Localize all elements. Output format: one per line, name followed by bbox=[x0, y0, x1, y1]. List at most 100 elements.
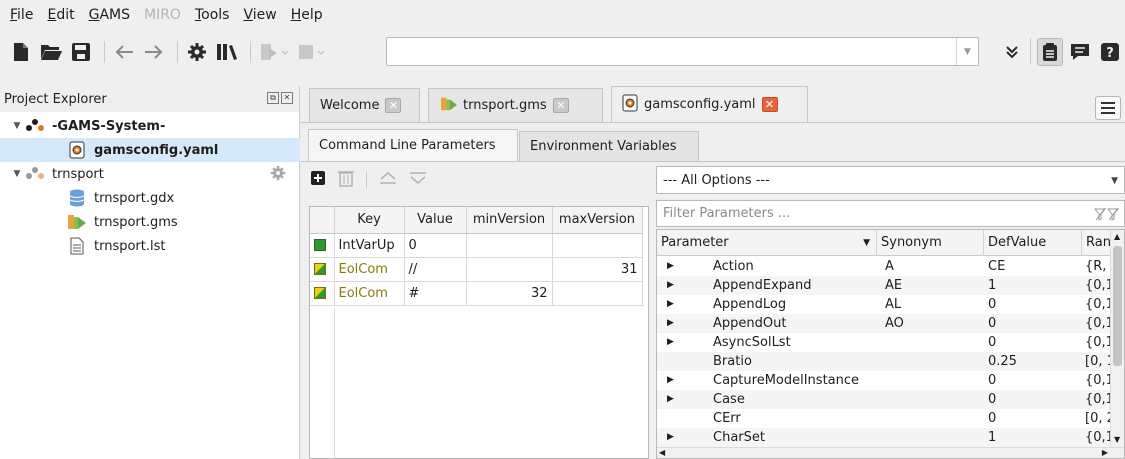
expand-arrow-icon[interactable]: ▶ bbox=[667, 314, 674, 333]
chevron-down-icon[interactable]: ▼ bbox=[956, 38, 978, 65]
option-row[interactable]: ▶ AsyncSolLst 0 {0,1 bbox=[657, 333, 1111, 352]
menu-edit[interactable]: Edit bbox=[43, 7, 84, 23]
option-defvalue-cell[interactable]: 0 bbox=[988, 371, 1080, 390]
scroll-right-icon[interactable]: ▶ bbox=[1102, 448, 1108, 457]
option-range-cell[interactable]: {0,1 bbox=[1085, 314, 1111, 333]
value-cell[interactable]: 0 bbox=[404, 233, 467, 258]
tab-environment-variables[interactable]: Environment Variables bbox=[519, 131, 699, 161]
option-defvalue-cell[interactable]: 0 bbox=[988, 314, 1080, 333]
option-row[interactable]: ▶ CharSet 1 {0,1 bbox=[657, 428, 1111, 447]
expand-arrow-icon[interactable]: ▶ bbox=[667, 257, 674, 276]
column-header-key[interactable]: Key bbox=[334, 207, 405, 234]
option-row[interactable]: ▶ AppendLog AL 0 {0,1 bbox=[657, 295, 1111, 314]
column-header-defvalue[interactable]: DefValue bbox=[984, 230, 1082, 256]
clear-filter-icon[interactable] bbox=[1093, 207, 1120, 224]
tree-item-gamsconfig[interactable]: gamsconfig.yaml bbox=[0, 138, 300, 162]
column-header-range[interactable]: Ran bbox=[1082, 230, 1111, 256]
close-icon[interactable]: ✕ bbox=[281, 92, 293, 104]
table-row[interactable]: EolCom # 32 bbox=[310, 281, 643, 306]
option-row[interactable]: ▶ CaptureModelInstance 0 {0,1 bbox=[657, 371, 1111, 390]
close-icon[interactable]: ✕ bbox=[552, 98, 569, 113]
vertical-scrollbar[interactable]: ▲ ▼ bbox=[1110, 230, 1124, 448]
key-cell[interactable]: IntVarUp bbox=[334, 233, 405, 258]
option-row[interactable]: Bratio 0.25 [0, 1 bbox=[657, 352, 1111, 371]
minversion-cell[interactable]: 32 bbox=[466, 281, 553, 306]
option-defvalue-cell[interactable]: 0 bbox=[988, 409, 1080, 428]
option-parameter-cell[interactable]: AsyncSolLst bbox=[713, 333, 875, 352]
command-line-input[interactable]: ▼ bbox=[386, 37, 979, 66]
option-parameter-cell[interactable]: Action bbox=[713, 257, 875, 276]
option-defvalue-cell[interactable]: 0 bbox=[988, 333, 1080, 352]
float-icon[interactable]: ⧉ bbox=[267, 92, 279, 104]
value-cell[interactable]: # bbox=[404, 281, 467, 306]
option-range-cell[interactable]: {0,1 bbox=[1085, 295, 1111, 314]
double-chevron-down-icon[interactable] bbox=[1000, 40, 1024, 64]
tab-command-line-parameters[interactable]: Command Line Parameters bbox=[308, 129, 518, 161]
option-defvalue-cell[interactable]: 0.25 bbox=[988, 352, 1080, 371]
expand-arrow-icon[interactable]: ▶ bbox=[667, 276, 674, 295]
chevron-down-icon[interactable]: ▼ bbox=[10, 121, 24, 131]
expand-arrow-icon[interactable]: ▶ bbox=[667, 333, 674, 352]
scroll-left-icon[interactable]: ◀ bbox=[659, 448, 665, 457]
option-parameter-cell[interactable]: CaptureModelInstance bbox=[713, 371, 875, 390]
new-file-icon[interactable] bbox=[8, 39, 34, 65]
option-defvalue-cell[interactable]: CE bbox=[988, 257, 1080, 276]
maxversion-cell[interactable] bbox=[552, 281, 643, 306]
menu-view[interactable]: View bbox=[239, 7, 286, 23]
sort-chevron-icon[interactable]: ▼ bbox=[863, 230, 870, 256]
help-icon[interactable]: ? bbox=[1098, 40, 1122, 64]
option-range-cell[interactable]: {0,1 bbox=[1085, 276, 1111, 295]
option-parameter-cell[interactable]: CharSet bbox=[713, 428, 875, 447]
tree-item-trnsport-gdx[interactable]: trnsport.gdx bbox=[0, 186, 300, 210]
option-parameter-cell[interactable]: Bratio bbox=[713, 352, 875, 371]
add-icon[interactable] bbox=[310, 170, 326, 190]
tab-trnsport-gms[interactable]: trnsport.gms ✕ bbox=[428, 88, 603, 122]
key-cell[interactable]: EolCom bbox=[334, 257, 405, 282]
expand-arrow-icon[interactable]: ▶ bbox=[667, 390, 674, 409]
option-parameter-cell[interactable]: AppendOut bbox=[713, 314, 875, 333]
scrollbar-thumb[interactable] bbox=[1113, 246, 1122, 366]
minversion-cell[interactable] bbox=[466, 233, 553, 258]
forward-arrow-icon[interactable] bbox=[141, 39, 167, 65]
menu-file[interactable]: File bbox=[6, 7, 43, 23]
tree-item-trnsport-gms[interactable]: trnsport.gms bbox=[0, 210, 300, 234]
option-synonym-cell[interactable]: AO bbox=[885, 314, 982, 333]
expand-arrow-icon[interactable]: ▶ bbox=[667, 295, 674, 314]
option-range-cell[interactable]: [0, 2 bbox=[1085, 409, 1111, 428]
filter-parameters-input[interactable]: Filter Parameters ... bbox=[656, 200, 1125, 227]
key-cell[interactable]: EolCom bbox=[334, 281, 405, 306]
back-arrow-icon[interactable] bbox=[111, 39, 137, 65]
close-icon[interactable]: ✕ bbox=[761, 97, 778, 112]
tree-item-gams-system[interactable]: ▼ -GAMS-System- bbox=[0, 114, 300, 138]
menu-tools[interactable]: Tools bbox=[191, 7, 240, 23]
option-row[interactable]: ▶ Action A CE {R, C bbox=[657, 257, 1111, 276]
chevron-down-icon[interactable]: ▼ bbox=[10, 169, 24, 179]
chat-icon[interactable] bbox=[1068, 40, 1092, 64]
table-row[interactable]: EolCom // 31 bbox=[310, 257, 643, 282]
option-row[interactable]: ▶ Case 0 {0,1 bbox=[657, 390, 1111, 409]
option-synonym-cell[interactable]: A bbox=[885, 257, 982, 276]
maxversion-cell[interactable] bbox=[552, 233, 643, 258]
library-icon[interactable] bbox=[214, 39, 240, 65]
option-range-cell[interactable]: {0,1 bbox=[1085, 371, 1111, 390]
maxversion-cell[interactable]: 31 bbox=[552, 257, 643, 282]
option-range-cell[interactable]: {0,1 bbox=[1085, 390, 1111, 409]
option-range-cell[interactable]: {0,1 bbox=[1085, 428, 1111, 447]
gear-icon[interactable] bbox=[270, 165, 286, 185]
option-synonym-cell[interactable]: AE bbox=[885, 276, 982, 295]
value-cell[interactable]: // bbox=[404, 257, 467, 282]
option-defvalue-cell[interactable]: 0 bbox=[988, 295, 1080, 314]
option-range-cell[interactable]: {0,1 bbox=[1085, 333, 1111, 352]
minversion-cell[interactable] bbox=[466, 257, 553, 282]
tab-gamsconfig[interactable]: gamsconfig.yaml ✕ bbox=[611, 86, 808, 122]
clipboard-icon[interactable] bbox=[1037, 38, 1063, 66]
option-row[interactable]: ▶ AppendExpand AE 1 {0,1 bbox=[657, 276, 1111, 295]
option-defvalue-cell[interactable]: 1 bbox=[988, 428, 1080, 447]
option-row[interactable]: ▶ AppendOut AO 0 {0,1 bbox=[657, 314, 1111, 333]
column-header-value[interactable]: Value bbox=[404, 207, 467, 234]
option-parameter-cell[interactable]: CErr bbox=[713, 409, 875, 428]
menu-gams[interactable]: GAMS bbox=[85, 7, 140, 23]
option-defvalue-cell[interactable]: 1 bbox=[988, 276, 1080, 295]
option-row[interactable]: CErr 0 [0, 2 bbox=[657, 409, 1111, 428]
column-header-parameter[interactable]: Parameter ▼ bbox=[657, 230, 877, 256]
